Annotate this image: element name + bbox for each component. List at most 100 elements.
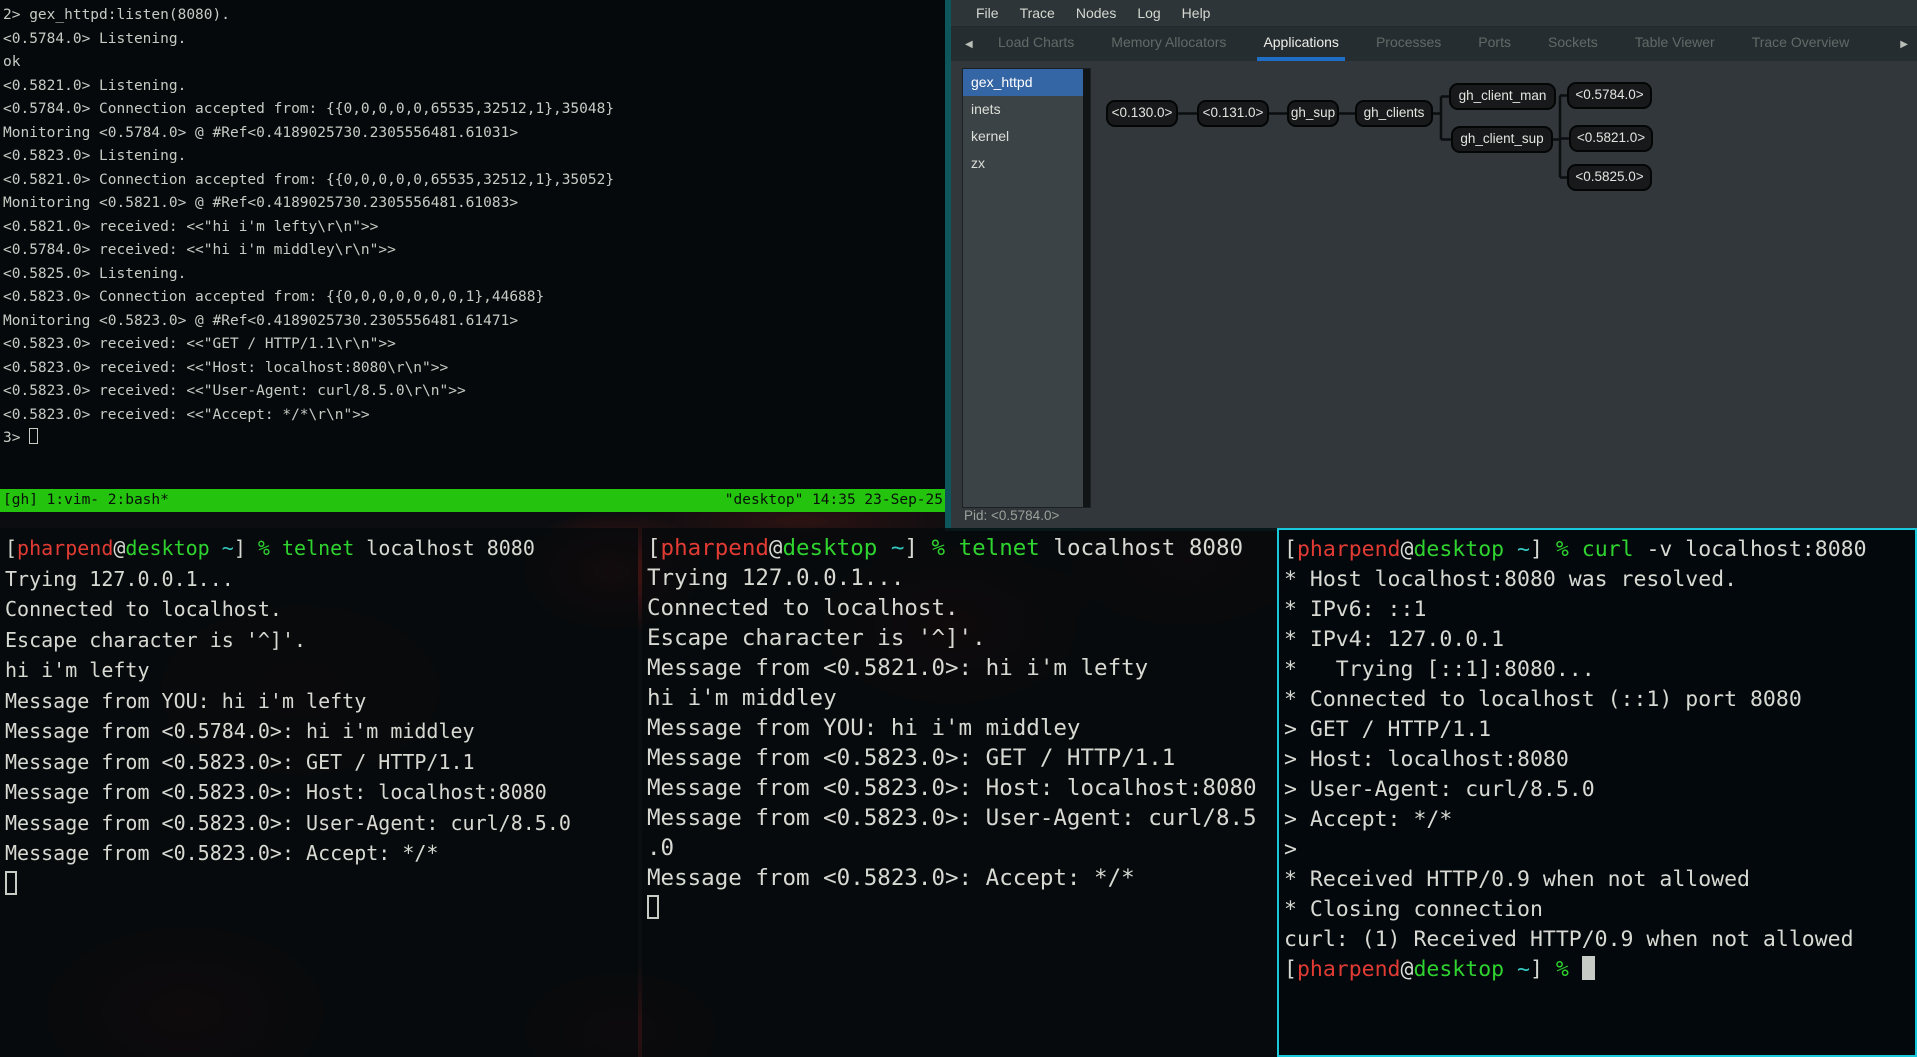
terminal-line: Connected to localhost. bbox=[647, 593, 1272, 623]
menu-trace[interactable]: Trace bbox=[1015, 5, 1060, 21]
terminal-line: * Host localhost:8080 was resolved. bbox=[1284, 565, 1910, 595]
prompt-bracket: [ bbox=[647, 535, 661, 561]
process-node-5784[interactable]: <0.5784.0> bbox=[1567, 82, 1652, 109]
tab-table-viewer[interactable]: Table Viewer bbox=[1629, 27, 1721, 61]
terminal-line: Message from <0.5823.0>: GET / HTTP/1.1 bbox=[5, 747, 633, 778]
tmux-status-bar: [gh] 1:vim- 2:bash* "desktop" 14:35 23-S… bbox=[0, 489, 947, 512]
tab-processes[interactable]: Processes bbox=[1370, 27, 1447, 61]
observer-tabs: Load Charts Memory Allocators Applicatio… bbox=[992, 27, 1855, 61]
app-list-item-inets[interactable]: inets bbox=[963, 96, 1084, 123]
app-list-item-kernel[interactable]: kernel bbox=[963, 123, 1084, 150]
erlang-shell-prompt: 3> bbox=[3, 430, 29, 446]
process-node-5825[interactable]: <0.5825.0> bbox=[1567, 164, 1652, 191]
process-node-gh-client-man[interactable]: gh_client_man bbox=[1449, 83, 1556, 110]
terminal-line: Trying 127.0.0.1... bbox=[647, 563, 1272, 593]
terminal-line: <0.5825.0> Listening. bbox=[3, 263, 947, 287]
shell-prompt: [pharpend@desktop ~] % telnet localhost … bbox=[5, 533, 633, 564]
prompt-bracket-close: ] bbox=[1530, 537, 1556, 562]
terminal-line: Monitoring <0.5821.0> @ #Ref<0.418902573… bbox=[3, 192, 947, 216]
terminal-line: > User-Agent: curl/8.5.0 bbox=[1284, 775, 1910, 805]
terminal-line: Trying 127.0.0.1... bbox=[5, 564, 633, 595]
prompt-bracket-close: ] bbox=[1530, 957, 1556, 982]
terminal-line: Monitoring <0.5784.0> @ #Ref<0.418902573… bbox=[3, 122, 947, 146]
process-node-130[interactable]: <0.130.0> bbox=[1106, 100, 1178, 127]
terminal-pane-curl[interactable]: [pharpend@desktop ~] % curl -v localhost… bbox=[1277, 528, 1917, 1057]
prompt-bracket-close: ] bbox=[234, 536, 258, 560]
terminal-line: <0.5784.0> received: <<"hi i'm middley\r… bbox=[3, 239, 947, 263]
applications-panel: gex_httpd inets kernel zx <0.130.0> <0.1… bbox=[951, 62, 1917, 505]
prompt-command: curl bbox=[1582, 537, 1634, 562]
terminal-line: hi i'm middley bbox=[647, 683, 1272, 713]
terminal-pane-telnet-lefty[interactable]: [pharpend@desktop ~] % telnet localhost … bbox=[0, 528, 638, 1057]
menu-file[interactable]: File bbox=[971, 5, 1004, 21]
app-list-item-zx[interactable]: zx bbox=[963, 150, 1084, 177]
prompt-at: @ bbox=[769, 535, 783, 561]
tab-applications[interactable]: Applications bbox=[1257, 27, 1345, 61]
terminal-output: * Host localhost:8080 was resolved.* IPv… bbox=[1284, 565, 1910, 955]
prompt-path: ~ bbox=[877, 535, 904, 561]
terminal-line: .0 bbox=[647, 833, 1272, 863]
terminal-line: Connected to localhost. bbox=[5, 594, 633, 625]
shell-prompt: [pharpend@desktop ~] % bbox=[1284, 955, 1910, 985]
tab-ports[interactable]: Ports bbox=[1472, 27, 1517, 61]
prompt-bracket: [ bbox=[1284, 537, 1297, 562]
prompt-args: localhost 8080 bbox=[354, 536, 535, 560]
terminal-line: > bbox=[1284, 835, 1910, 865]
terminal-line: > Accept: */* bbox=[1284, 805, 1910, 835]
prompt-sigil: % bbox=[1556, 537, 1582, 562]
prompt-path: ~ bbox=[1504, 957, 1530, 982]
terminal-pane-telnet-middley[interactable]: [pharpend@desktop ~] % telnet localhost … bbox=[642, 528, 1277, 1057]
prompt-user: pharpend bbox=[17, 536, 113, 560]
shell-prompt: [pharpend@desktop ~] % telnet localhost … bbox=[647, 533, 1272, 563]
tmux-session-windows[interactable]: [gh] 1:vim- 2:bash* bbox=[3, 489, 169, 512]
prompt-args: -v localhost:8080 bbox=[1634, 537, 1867, 562]
prompt-path: ~ bbox=[210, 536, 234, 560]
terminal-line: Message from <0.5823.0>: User-Agent: cur… bbox=[647, 803, 1272, 833]
cursor-line bbox=[5, 869, 633, 900]
terminal-line: Escape character is '^]'. bbox=[647, 623, 1272, 653]
terminal-line: * Connected to localhost (::1) port 8080 bbox=[1284, 685, 1910, 715]
prompt-bracket: [ bbox=[1284, 957, 1297, 982]
prompt-host: desktop bbox=[782, 535, 877, 561]
menu-log[interactable]: Log bbox=[1132, 5, 1165, 21]
erlang-shell-terminal[interactable]: 2> gex_httpd:listen(8080).<0.5784.0> Lis… bbox=[0, 0, 947, 512]
tab-sockets[interactable]: Sockets bbox=[1542, 27, 1604, 61]
process-node-gh-sup[interactable]: gh_sup bbox=[1287, 100, 1339, 127]
terminal-line: Message from <0.5823.0>: Host: localhost… bbox=[647, 773, 1272, 803]
menu-help[interactable]: Help bbox=[1177, 5, 1216, 21]
prompt-command: telnet bbox=[959, 535, 1040, 561]
tab-memory-allocators[interactable]: Memory Allocators bbox=[1105, 27, 1232, 61]
app-list-scrollbar[interactable] bbox=[1083, 69, 1090, 507]
terminal-output: Trying 127.0.0.1...Connected to localhos… bbox=[647, 563, 1272, 893]
terminal-line: * Received HTTP/0.9 when not allowed bbox=[1284, 865, 1910, 895]
menu-nodes[interactable]: Nodes bbox=[1071, 5, 1121, 21]
erlang-shell-output: 2> gex_httpd:listen(8080).<0.5784.0> Lis… bbox=[3, 4, 947, 427]
text-cursor bbox=[1582, 956, 1595, 980]
terminal-line: Message from <0.5823.0>: GET / HTTP/1.1 bbox=[647, 743, 1272, 773]
process-node-gh-client-sup[interactable]: gh_client_sup bbox=[1451, 126, 1553, 153]
terminal-line: Message from <0.5823.0>: User-Agent: cur… bbox=[5, 808, 633, 839]
application-list: gex_httpd inets kernel zx bbox=[962, 68, 1091, 508]
prompt-host: desktop bbox=[1413, 537, 1504, 562]
terminal-line: <0.5823.0> received: <<"Accept: */*\r\n"… bbox=[3, 404, 947, 428]
process-node-131[interactable]: <0.131.0> bbox=[1197, 100, 1269, 127]
terminal-line: <0.5823.0> received: <<"GET / HTTP/1.1\r… bbox=[3, 333, 947, 357]
text-cursor bbox=[29, 428, 38, 444]
tab-trace-overview[interactable]: Trace Overview bbox=[1746, 27, 1856, 61]
observer-window: File Trace Nodes Log Help ◀ Load Charts … bbox=[945, 0, 1917, 531]
prompt-args: localhost 8080 bbox=[1040, 535, 1243, 561]
observer-menubar: File Trace Nodes Log Help bbox=[951, 0, 1917, 27]
tab-load-charts[interactable]: Load Charts bbox=[992, 27, 1080, 61]
tabs-scroll-right-icon[interactable]: ▶ bbox=[1900, 27, 1908, 61]
terminal-line: <0.5784.0> Connection accepted from: {{0… bbox=[3, 98, 947, 122]
prompt-sigil: % bbox=[1556, 957, 1582, 982]
tabs-scroll-left-icon[interactable]: ◀ bbox=[965, 27, 973, 61]
app-list-item-gex-httpd[interactable]: gex_httpd bbox=[963, 69, 1084, 96]
process-node-gh-clients[interactable]: gh_clients bbox=[1355, 100, 1433, 127]
terminal-line: Message from YOU: hi i'm middley bbox=[647, 713, 1272, 743]
terminal-line: > Host: localhost:8080 bbox=[1284, 745, 1910, 775]
prompt-sigil: % bbox=[258, 536, 282, 560]
process-node-5821[interactable]: <0.5821.0> bbox=[1569, 125, 1653, 152]
terminal-line: <0.5821.0> Listening. bbox=[3, 75, 947, 99]
observer-tabbar: ◀ Load Charts Memory Allocators Applicat… bbox=[951, 27, 1917, 61]
